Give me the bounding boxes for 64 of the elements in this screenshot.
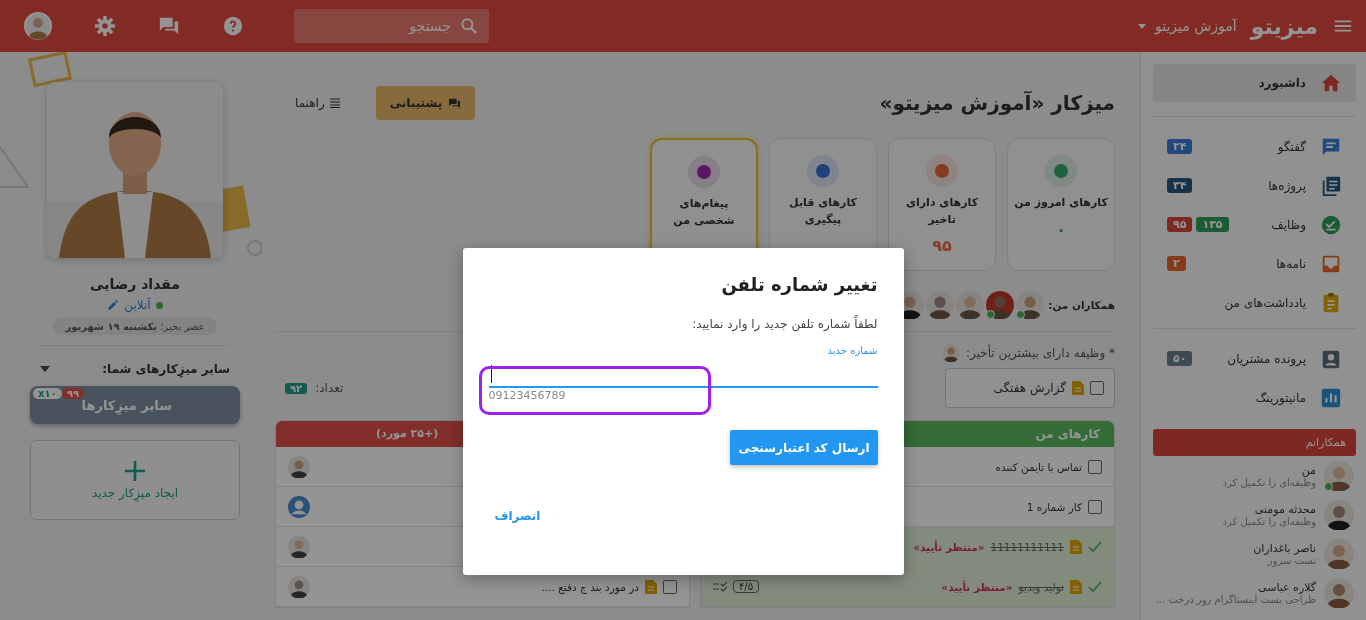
sidebar-item[interactable]: داشبورد [1153, 64, 1356, 102]
colleagues-label: همکاران من: [1048, 299, 1115, 311]
field-label: شماره جدید [827, 345, 878, 356]
task-chip[interactable]: گزارش هفتگی [945, 368, 1115, 408]
card-value: ۰ [1056, 219, 1066, 239]
colleague-activity: طراحی پست اینستاگرام روز درخت ... [1155, 593, 1316, 605]
sidebar-item[interactable]: مانیتورینگ [1153, 378, 1356, 417]
colleague-activity: وظیفه‌ای را تکمیل کرد [1222, 476, 1316, 488]
colleague-name: گلاره عباسی [1258, 580, 1316, 594]
support-button[interactable]: پشتیبانی [375, 86, 476, 120]
checklist-count: ۴/۵ [733, 580, 760, 593]
task-row[interactable]: تولید ویدیو «منتظر تأیید» ۴/۵ [701, 567, 1114, 607]
field-hint: 09123456789 [488, 389, 566, 402]
workspaces-button[interactable]: سایر میزِکارها ۹۹ x۱۰ [30, 386, 240, 424]
search-field[interactable]: جستجو [294, 9, 489, 43]
count-badge: ۹۲ [285, 382, 308, 394]
card-label: کارهای امروز من [1014, 195, 1108, 211]
stat-card[interactable]: کارهای امروز من ۰ [1007, 138, 1115, 271]
card-label: پیغام‌های شخصی من [672, 196, 736, 229]
page-title: میزکار «آموزش میزیتو» [879, 91, 1115, 115]
sidebar-item[interactable]: پروژه‌ها ۳۴ [1153, 166, 1356, 205]
logo: میزیتو [1250, 13, 1318, 39]
sidebar-item[interactable]: وظایف ۱۳۵ ۹۵ [1153, 205, 1356, 244]
sidebar-item[interactable]: یادداشت‌های من [1153, 283, 1356, 322]
count-badge: ۱۳۵ [1196, 217, 1229, 232]
dialog-title: تغییر شماره تلفن [721, 274, 878, 295]
task-status: «منتظر تأیید» [913, 540, 985, 553]
count-badge: ۹۵ [1167, 217, 1193, 232]
card-label: کارهای قابل پیگیری [788, 195, 858, 228]
task-title: در مورد بند ج دفتع .... [541, 580, 639, 593]
count-badge: ۲۴ [1167, 139, 1193, 154]
card-value: ۹۵ [932, 236, 952, 255]
count-badge: ۳۴ [1167, 178, 1193, 193]
greeting-pill: عصر بخیر؛ یکشنبه ۱۹ شهریور [53, 318, 217, 335]
count-badge: ۲ [1167, 256, 1186, 271]
count-badge: ۵۰ [1167, 351, 1193, 366]
status-label: آنلاین [124, 298, 151, 312]
guide-link[interactable]: راهنما [295, 96, 340, 110]
workspace-dropdown[interactable]: آموزش میزیتو [1136, 18, 1237, 34]
dialog-message: لطفاً شماره تلفن جدید را وارد نمایید: [692, 317, 878, 331]
count-label: تعداد: [315, 381, 344, 395]
submit-button[interactable]: ارسال کد اعتبارسنجی [730, 430, 878, 465]
stat-card[interactable]: کارهای دارای تاخیر ۹۵ [888, 138, 996, 271]
task-title: تماس با تایمن کننده [995, 460, 1082, 473]
card-label: کارهای دارای تاخیر [904, 195, 980, 228]
count-badge: x۱۰ [33, 388, 62, 399]
task-status: «منتظر تأیید» [941, 580, 1013, 593]
colleague-activity: وظیفه‌ای را تکمیل کرد [1222, 515, 1316, 527]
cancel-link[interactable]: انصراف [494, 509, 541, 523]
task-title: 11111111111 [990, 540, 1064, 553]
colleague-name: ناصر باغداران [1253, 541, 1316, 555]
section-label: سایر میزِکارهای شما: [102, 362, 230, 376]
colleague-activity: تست سرور [1267, 554, 1316, 566]
sidebar-item[interactable]: پرونده مشتریان ۵۰ [1153, 339, 1356, 378]
delay-note: * وظیفه دارای بیشترین تأخیر: [966, 346, 1115, 360]
sidebar-item[interactable]: نامه‌ها ۲ [1153, 244, 1356, 283]
colleague-name: من [1301, 463, 1316, 477]
task-title: تولید ویدیو [1018, 580, 1064, 593]
section-header: همکارانم [1153, 429, 1356, 456]
unread-badge: ۹۹ [62, 388, 85, 399]
task-title: کار شماره 1 [1026, 500, 1082, 513]
colleague-name: محدثه مومنی [1254, 502, 1316, 516]
user-name: مقداد رضایی [90, 276, 180, 292]
sidebar-item[interactable]: گفتگو ۲۴ [1153, 127, 1356, 166]
